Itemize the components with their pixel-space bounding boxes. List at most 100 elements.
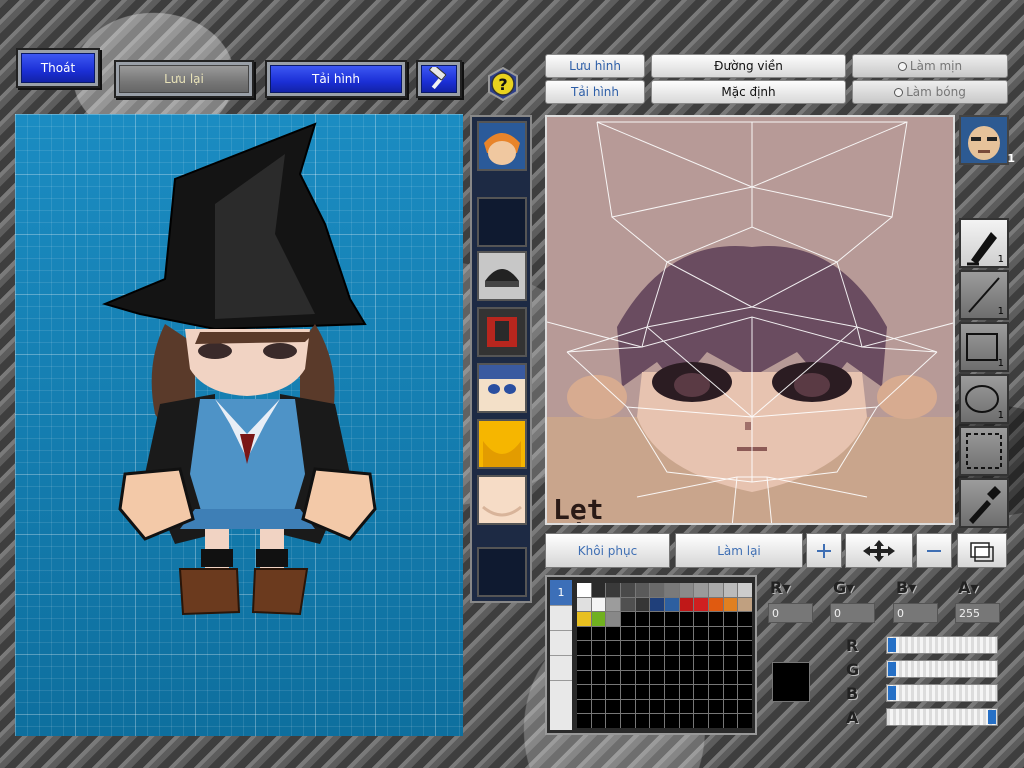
- palette-swatch[interactable]: [606, 656, 620, 670]
- part-slot-hair[interactable]: [477, 121, 527, 171]
- load-button[interactable]: Tải hình: [270, 65, 402, 93]
- palette-swatch[interactable]: [723, 612, 738, 626]
- palette-swatch[interactable]: [709, 597, 723, 612]
- palette-swatch[interactable]: [665, 714, 679, 728]
- palette-swatch[interactable]: [606, 612, 620, 626]
- palette-swatch[interactable]: [591, 685, 606, 699]
- palette-swatch[interactable]: [694, 685, 708, 699]
- outline-tab[interactable]: Đường viền: [651, 54, 846, 78]
- palette-swatch[interactable]: [723, 685, 738, 699]
- palette-swatch[interactable]: [606, 597, 620, 612]
- alpha-slider[interactable]: [886, 708, 998, 726]
- palette-swatch[interactable]: [650, 714, 664, 728]
- palette-swatch[interactable]: [694, 626, 708, 641]
- ellipse-tool[interactable]: 1: [959, 374, 1009, 424]
- palette-swatch[interactable]: [709, 583, 723, 597]
- palette-swatch[interactable]: [621, 583, 635, 597]
- palette-swatch[interactable]: [709, 670, 723, 685]
- palette-swatch[interactable]: [591, 612, 606, 626]
- palette-swatch[interactable]: [635, 597, 650, 612]
- palette-swatch[interactable]: [679, 641, 694, 655]
- alpha-slider-knob[interactable]: [988, 710, 996, 724]
- green-value-input[interactable]: [830, 603, 875, 623]
- palette-swatch[interactable]: [723, 597, 738, 612]
- palette-swatch[interactable]: [591, 583, 606, 597]
- palette-swatch[interactable]: [679, 670, 694, 685]
- palette-swatch[interactable]: [709, 612, 723, 626]
- palette-swatch[interactable]: [650, 626, 664, 641]
- save-image-tab[interactable]: Lưu hình: [545, 54, 645, 78]
- palette-swatch[interactable]: [738, 699, 752, 714]
- palette-swatch[interactable]: [577, 626, 591, 641]
- palette-swatch[interactable]: [591, 597, 606, 612]
- palette-swatch[interactable]: [635, 583, 650, 597]
- part-slot-body[interactable]: [477, 475, 527, 525]
- palette-swatch[interactable]: [709, 656, 723, 670]
- palette-swatch[interactable]: [635, 714, 650, 728]
- palette-swatch[interactable]: [709, 626, 723, 641]
- palette-swatch[interactable]: [694, 656, 708, 670]
- palette-tab[interactable]: [550, 680, 572, 705]
- palette-swatch[interactable]: [665, 641, 679, 655]
- model-preview-viewport[interactable]: [15, 114, 463, 736]
- palette-swatch[interactable]: [738, 583, 752, 597]
- palette-swatch[interactable]: [694, 597, 708, 612]
- help-button[interactable]: ?: [486, 66, 520, 102]
- palette-swatch[interactable]: [621, 641, 635, 655]
- palette-swatch[interactable]: [679, 685, 694, 699]
- palette-swatch[interactable]: [621, 670, 635, 685]
- palette-swatch[interactable]: [606, 583, 620, 597]
- zoom-in-button[interactable]: [806, 533, 842, 568]
- part-slot-helmet[interactable]: [477, 251, 527, 301]
- zoom-out-button[interactable]: [916, 533, 952, 568]
- palette-swatch[interactable]: [621, 626, 635, 641]
- palette-swatch[interactable]: [621, 612, 635, 626]
- palette-swatch[interactable]: [738, 597, 752, 612]
- palette-swatch[interactable]: [621, 714, 635, 728]
- red-value-input[interactable]: [768, 603, 813, 623]
- palette-swatch[interactable]: [709, 714, 723, 728]
- palette-swatch[interactable]: [591, 670, 606, 685]
- palette-swatch[interactable]: [665, 670, 679, 685]
- save-button[interactable]: Lưu lại: [119, 65, 249, 93]
- smooth-option[interactable]: Làm mịn: [852, 54, 1008, 78]
- palette-swatch[interactable]: [694, 699, 708, 714]
- palette-swatch[interactable]: [650, 583, 664, 597]
- palette-swatch[interactable]: [635, 626, 650, 641]
- palette-swatch[interactable]: [709, 685, 723, 699]
- face-preview-thumb[interactable]: 1: [959, 115, 1015, 165]
- select-tool[interactable]: [959, 426, 1009, 476]
- palette-tab[interactable]: [550, 655, 572, 680]
- palette-grid[interactable]: [577, 583, 752, 728]
- texture-canvas[interactable]: Lẹt: [545, 115, 955, 525]
- palette-swatch[interactable]: [577, 612, 591, 626]
- palette-swatch[interactable]: [635, 656, 650, 670]
- palette-swatch[interactable]: [738, 612, 752, 626]
- smooth-radio[interactable]: [897, 61, 907, 71]
- palette-swatch[interactable]: [723, 714, 738, 728]
- palette-swatch[interactable]: [665, 685, 679, 699]
- palette-swatch[interactable]: [650, 670, 664, 685]
- palette-swatch[interactable]: [635, 612, 650, 626]
- palette-swatch[interactable]: [606, 626, 620, 641]
- blue-slider-knob[interactable]: [888, 686, 896, 700]
- palette-swatch[interactable]: [650, 656, 664, 670]
- redo-button[interactable]: Làm lại: [675, 533, 803, 568]
- palette-swatch[interactable]: [577, 597, 591, 612]
- palette-swatch[interactable]: [679, 626, 694, 641]
- red-slider-knob[interactable]: [888, 638, 896, 652]
- palette-swatch[interactable]: [591, 699, 606, 714]
- palette-swatch[interactable]: [694, 641, 708, 655]
- load-image-tab[interactable]: Tải hình: [545, 80, 645, 104]
- palette-swatch[interactable]: [606, 699, 620, 714]
- palette-swatch[interactable]: [665, 612, 679, 626]
- hammer-button[interactable]: [421, 65, 457, 93]
- palette-swatch[interactable]: [606, 685, 620, 699]
- blue-slider[interactable]: [886, 684, 998, 702]
- palette-swatch[interactable]: [591, 626, 606, 641]
- palette-swatch[interactable]: [577, 670, 591, 685]
- palette-tab[interactable]: [550, 605, 572, 630]
- part-slot-face[interactable]: [477, 363, 527, 413]
- palette-swatch[interactable]: [723, 626, 738, 641]
- palette-swatch[interactable]: [635, 641, 650, 655]
